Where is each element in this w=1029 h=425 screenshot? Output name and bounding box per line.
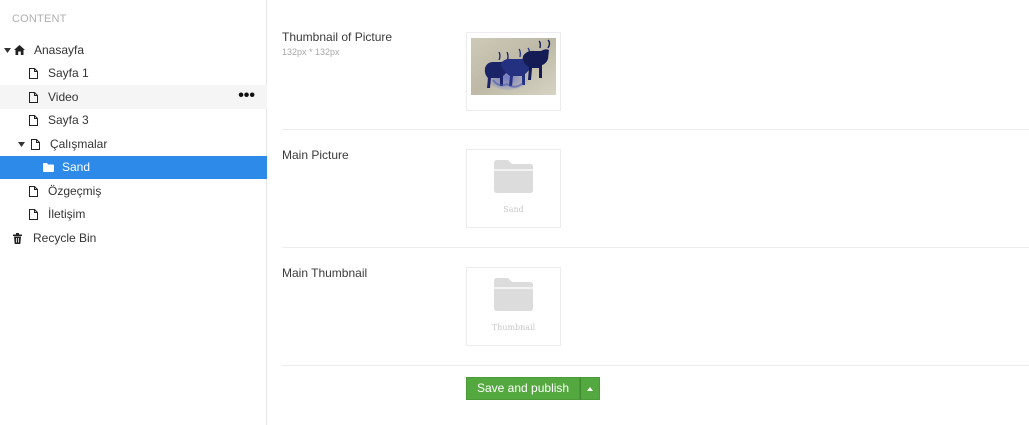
folder-icon: [494, 278, 533, 311]
caret-down-icon[interactable]: [17, 140, 25, 148]
property-label: Main Thumbnail: [282, 266, 368, 280]
tree-item-label: İletişim: [48, 207, 86, 222]
media-caption: Sand: [503, 205, 524, 214]
publish-button-group: Save and publish: [466, 377, 601, 400]
property-thumbnail-of-picture: Thumbnail of Picture 132px * 132px: [282, 0, 1029, 130]
media-picker-main-picture[interactable]: Sand: [466, 149, 561, 228]
tree-item-calismalar[interactable]: Çalışmalar: [0, 132, 267, 156]
save-and-publish-button[interactable]: Save and publish: [466, 377, 581, 400]
tree-item-label: Anasayfa: [34, 42, 85, 57]
content-editor: Thumbnail of Picture 132px * 132px Main …: [268, 0, 1029, 425]
property-hint: 132px * 132px: [282, 47, 340, 57]
content-tree-panel: CONTENT Anasayfa Sayfa 1 Video ••• Sayfa…: [0, 0, 267, 425]
tree-item-sand[interactable]: Sand: [0, 155, 267, 179]
tree-item-label: Sayfa 3: [48, 113, 89, 128]
document-icon: [27, 91, 39, 103]
document-icon: [29, 138, 41, 150]
tree-item-video[interactable]: Video •••: [0, 85, 267, 109]
tree-item-label: Özgeçmiş: [48, 183, 102, 198]
home-icon: [13, 44, 25, 56]
more-actions-icon[interactable]: •••: [238, 88, 255, 104]
document-icon: [27, 185, 39, 197]
tree-item-label: Video: [48, 89, 79, 104]
tree-item-ozgecmis[interactable]: Özgeçmiş: [0, 179, 267, 203]
tree-item-sayfa-1[interactable]: Sayfa 1: [0, 62, 267, 86]
publish-options-toggle[interactable]: [580, 377, 601, 400]
tree-item-anasayfa[interactable]: Anasayfa: [0, 38, 267, 62]
folder-icon: [42, 162, 54, 174]
property-label: Thumbnail of Picture: [282, 30, 393, 44]
bulls-painting-image: [471, 38, 556, 95]
caret-up-icon: [587, 386, 594, 391]
document-icon: [27, 115, 39, 127]
tree-item-label: Çalışmalar: [50, 136, 108, 151]
media-picker-main-thumbnail[interactable]: Thumbnail: [466, 267, 561, 346]
tree-item-label: Sand: [62, 160, 91, 175]
property-main-picture: Main Picture Sand: [282, 130, 1029, 248]
document-icon: [27, 209, 39, 221]
document-icon: [27, 68, 39, 80]
caret-down-icon[interactable]: [3, 46, 11, 54]
content-tree: Anasayfa Sayfa 1 Video ••• Sayfa 3 Çalış…: [0, 38, 267, 250]
section-title: CONTENT: [12, 13, 67, 25]
tree-item-sayfa-3[interactable]: Sayfa 3: [0, 109, 267, 133]
tree-item-recycle-bin[interactable]: Recycle Bin: [0, 226, 267, 250]
media-caption: Thumbnail: [491, 323, 536, 332]
tree-item-label: Sayfa 1: [48, 66, 89, 81]
media-picker-thumbnail[interactable]: [466, 32, 561, 111]
property-main-thumbnail: Main Thumbnail Thumbnail: [282, 248, 1029, 366]
tree-item-iletisim[interactable]: İletişim: [0, 203, 267, 227]
folder-icon: [494, 160, 533, 193]
property-label: Main Picture: [282, 148, 349, 162]
trash-icon: [11, 232, 23, 244]
tree-item-label: Recycle Bin: [33, 230, 97, 245]
